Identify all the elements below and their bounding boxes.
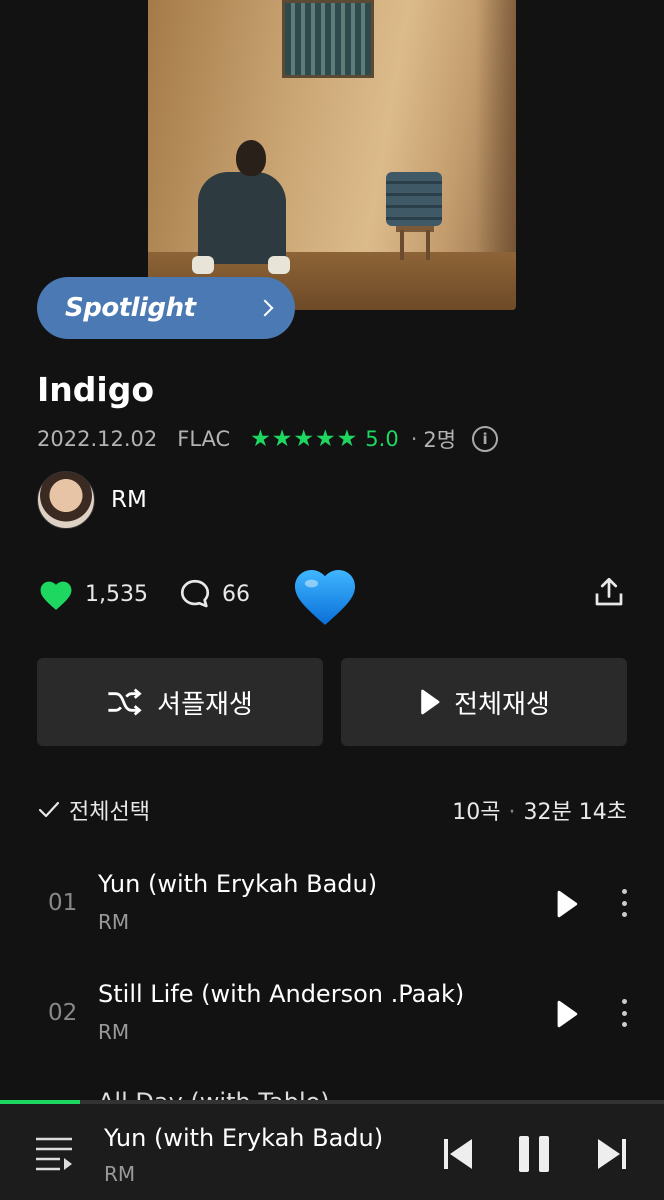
artist-link[interactable]: RM	[37, 470, 147, 530]
chevron-right-icon	[256, 299, 274, 317]
next-button[interactable]	[596, 1136, 628, 1176]
track-title: Still Life (with Anderson .Paak)	[98, 980, 465, 1008]
track-play-button[interactable]	[554, 890, 578, 922]
star-icon: ★	[293, 425, 315, 452]
artist-name: RM	[111, 487, 147, 513]
skip-previous-icon	[444, 1139, 472, 1169]
play-icon	[421, 689, 440, 715]
mini-player[interactable]: Yun (with Erykah Badu) RM	[0, 1100, 664, 1200]
track-count: 10곡	[452, 800, 501, 825]
rating-value: 5.0	[365, 427, 399, 451]
heart-icon	[40, 581, 72, 610]
track-artist: RM	[98, 910, 130, 934]
track-row[interactable]: 02 Still Life (with Anderson .Paak) RM	[0, 968, 664, 1058]
summary-separator: ·	[508, 800, 516, 825]
action-row: 1,535 66	[37, 562, 627, 626]
info-icon[interactable]: i	[472, 426, 499, 452]
cover-shoe	[268, 256, 290, 274]
cover-stool-leg	[400, 230, 404, 260]
star-icon: ★	[336, 425, 358, 452]
share-icon	[595, 577, 623, 606]
pause-icon	[519, 1136, 549, 1172]
track-number: 02	[48, 1000, 78, 1026]
play-icon	[557, 890, 578, 918]
shuffle-icon	[108, 688, 142, 716]
progress-bar[interactable]	[0, 1100, 664, 1104]
album-meta: 2022.12.02 FLAC ★ ★ ★ ★ ★ 5.0 · 2명 i	[37, 424, 499, 454]
meta-separator: ·	[410, 427, 418, 451]
playlist-icon	[36, 1137, 72, 1171]
album-cover[interactable]	[148, 0, 516, 310]
cover-denim-stack	[386, 172, 442, 226]
comment-icon	[180, 579, 210, 608]
star-icon: ★	[271, 425, 293, 452]
queue-button[interactable]	[34, 1136, 74, 1176]
more-vertical-icon[interactable]	[614, 996, 634, 1030]
audio-format: FLAC	[177, 427, 231, 451]
track-play-button[interactable]	[554, 1000, 578, 1032]
track-artist: RM	[98, 1020, 130, 1044]
share-button[interactable]	[591, 574, 627, 614]
select-all-button[interactable]: 전체선택	[37, 794, 150, 826]
tracklist-summary: 10곡 · 32분 14초	[452, 794, 627, 826]
previous-button[interactable]	[442, 1136, 474, 1176]
release-date: 2022.12.02	[37, 427, 158, 451]
skip-next-icon	[598, 1139, 626, 1169]
track-row[interactable]: 01 Yun (with Erykah Badu) RM	[0, 858, 664, 948]
track-title: Yun (with Erykah Badu)	[98, 870, 378, 898]
now-playing-title: Yun (with Erykah Badu)	[104, 1124, 384, 1152]
spotlight-label: Spotlight	[65, 293, 196, 323]
like-count: 1,535	[85, 581, 148, 607]
comment-count: 66	[221, 581, 250, 607]
play-all-label: 전체재생	[454, 689, 550, 720]
avatar	[37, 471, 95, 529]
cover-person-head	[236, 140, 266, 176]
total-duration: 32분 14초	[523, 800, 627, 825]
comment-button[interactable]: 66	[178, 577, 250, 611]
check-icon	[38, 801, 60, 818]
shuffle-label: 셔플재생	[157, 689, 253, 720]
more-vertical-icon[interactable]	[614, 886, 634, 920]
cover-shoe	[192, 256, 214, 274]
blue-heart-emoji	[294, 570, 355, 625]
play-icon	[557, 1000, 578, 1028]
star-icon: ★	[250, 425, 271, 452]
rating-stars[interactable]: ★ ★ ★ ★ ★	[250, 425, 358, 452]
track-number: 01	[48, 890, 78, 916]
select-all-label: 전체선택	[69, 800, 150, 825]
tracklist-header: 전체선택 10곡 · 32분 14초	[37, 790, 627, 830]
cover-window	[282, 0, 374, 78]
now-playing-artist: RM	[104, 1162, 136, 1186]
rater-count: 2명	[423, 428, 457, 452]
cover-shadow	[476, 0, 516, 280]
like-button[interactable]: 1,535	[37, 577, 148, 611]
cover-stool-leg	[426, 230, 430, 260]
shuffle-play-button[interactable]: 셔플재생	[37, 658, 323, 746]
star-icon: ★	[315, 425, 336, 452]
pause-button[interactable]	[516, 1134, 552, 1178]
spotlight-button[interactable]: Spotlight	[37, 277, 295, 339]
progress-fill	[0, 1100, 80, 1104]
album-title: Indigo	[37, 370, 154, 409]
play-all-button[interactable]: 전체재생	[341, 658, 627, 746]
cover-person	[198, 172, 286, 264]
